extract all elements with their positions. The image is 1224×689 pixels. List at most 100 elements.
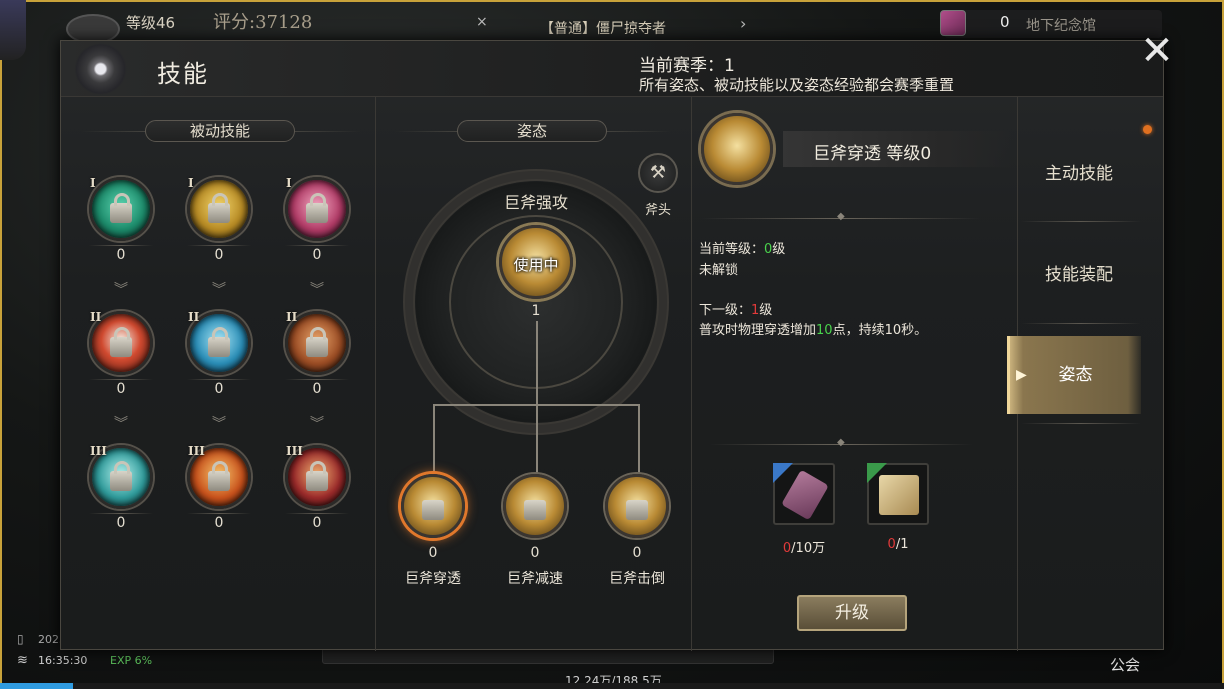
passive-skill-icon[interactable]: I xyxy=(285,176,349,241)
exp-bar-fill xyxy=(0,683,74,689)
detail-axe-icon xyxy=(701,113,773,185)
tier-label: III xyxy=(188,444,205,458)
lock-icon xyxy=(110,327,132,357)
tab-separator xyxy=(1021,221,1141,222)
tree-connector xyxy=(638,404,640,474)
ornament-icon: ◆ xyxy=(837,211,845,222)
player-score: 评分:37128 xyxy=(213,12,313,33)
lock-icon xyxy=(306,327,328,357)
close-icon[interactable]: ✕ xyxy=(1137,31,1177,71)
passive-skill-count: 0 xyxy=(116,381,126,397)
exp-text: EXP 6% xyxy=(110,654,153,667)
chevron-down-icon: ︾ xyxy=(310,282,324,298)
passive-skill-icon[interactable]: III xyxy=(187,444,251,509)
count-underline xyxy=(285,245,349,246)
material-scroll-item[interactable] xyxy=(773,463,835,525)
axe-weapon-icon[interactable]: ⚒ xyxy=(638,153,678,193)
quest-close-icon[interactable]: × xyxy=(476,14,488,30)
material-map-item[interactable] xyxy=(867,463,929,525)
chevron-down-icon: ︾ xyxy=(114,416,128,432)
stance-sub-skill-icon[interactable] xyxy=(605,474,669,538)
map-icon xyxy=(879,475,919,515)
guild-button[interactable]: 公会 xyxy=(1110,654,1140,675)
lock-icon xyxy=(208,193,230,223)
passive-skill-count: 0 xyxy=(116,515,126,531)
tree-connector xyxy=(536,404,538,474)
stance-count: 1 xyxy=(531,303,541,319)
count-underline xyxy=(89,513,153,514)
resource-bar[interactable]: 0 地下纪念馆 xyxy=(940,10,1162,38)
tier-label: II xyxy=(188,310,200,324)
material-need: /10万 xyxy=(791,541,826,556)
sub-skill-name: 巨斧击倒 xyxy=(609,571,665,587)
tab-separator xyxy=(1021,323,1141,324)
passive-skill-icon[interactable]: I xyxy=(187,176,251,241)
sub-skill-count: 0 xyxy=(632,545,642,561)
desc-prefix: 普攻时物理穿透增加 xyxy=(699,323,817,338)
desc-suffix: 点，持续10秒。 xyxy=(832,323,928,338)
count-underline xyxy=(187,245,251,246)
current-level-unit: 级 xyxy=(772,242,786,257)
count-underline xyxy=(285,379,349,380)
tab-active-skills[interactable]: 主动技能 xyxy=(1019,149,1139,199)
stance-axe-icon[interactable]: 使用中 xyxy=(499,225,573,299)
phone-icon: ▯ xyxy=(17,632,24,646)
in-use-label: 使用中 xyxy=(513,256,559,274)
menu-corner[interactable] xyxy=(0,0,26,60)
tree-connector xyxy=(433,404,435,474)
clock-time: 16:35:30 xyxy=(38,654,88,667)
tier-label: I xyxy=(188,176,194,190)
stance-sub-skill-icon[interactable] xyxy=(503,474,567,538)
upgrade-button[interactable]: 升级 xyxy=(797,595,907,631)
top-hud: 等级46 评分:37128 × 【普通】僵尸掠夺者 › 0 地下纪念馆 xyxy=(0,0,1224,60)
notification-dot xyxy=(1143,125,1152,134)
tab-skill-equip[interactable]: 技能装配 xyxy=(1019,250,1139,300)
passive-header: 被动技能 xyxy=(145,120,295,142)
tree-connector xyxy=(536,321,538,405)
chevron-right-icon[interactable]: › xyxy=(740,14,746,33)
lock-icon xyxy=(110,461,132,491)
passive-skill-count: 0 xyxy=(214,247,224,263)
chevron-down-icon: ︾ xyxy=(212,282,226,298)
passive-skill-icon[interactable]: II xyxy=(285,310,349,375)
passive-skill-icon[interactable]: III xyxy=(285,444,349,509)
passive-skill-icon[interactable]: II xyxy=(89,310,153,375)
tier-label: II xyxy=(286,310,298,324)
resource-value: 0 xyxy=(1000,13,1010,31)
lock-icon xyxy=(110,193,132,223)
locked-status: 未解锁 xyxy=(699,263,739,278)
stance-header: 姿态 xyxy=(457,120,607,142)
chevron-down-icon: ︾ xyxy=(310,416,324,432)
stance-sub-skill-icon[interactable] xyxy=(401,474,465,538)
passive-skill-icon[interactable]: III xyxy=(89,444,153,509)
exp-bar xyxy=(0,683,1224,689)
column-divider xyxy=(691,97,692,651)
next-level-label: 下一级： xyxy=(699,303,752,318)
season-text: 当前赛季：1 xyxy=(639,56,735,76)
desc-value: 10 xyxy=(816,323,833,338)
passive-skill-count: 0 xyxy=(214,381,224,397)
lock-icon xyxy=(208,461,230,491)
tab-separator xyxy=(1021,423,1141,424)
ornament-icon: ◆ xyxy=(837,437,845,448)
count-underline xyxy=(285,513,349,514)
passive-skill-icon[interactable]: I xyxy=(89,176,153,241)
tab-stance[interactable]: ▶ 姿态 xyxy=(1007,336,1141,414)
panel-title: 技能 xyxy=(157,60,209,88)
sub-skill-name: 巨斧穿透 xyxy=(405,571,461,587)
passive-skill-count: 0 xyxy=(214,515,224,531)
tier-label: I xyxy=(90,176,96,190)
emblem-icon xyxy=(67,43,151,95)
next-level-unit: 级 xyxy=(759,303,773,318)
sub-skill-count: 0 xyxy=(428,545,438,561)
passive-skill-icon[interactable]: II xyxy=(187,310,251,375)
season-note: 所有姿态、被动技能以及姿态经验都会赛季重置 xyxy=(639,76,955,94)
lock-icon xyxy=(524,500,546,520)
sub-skill-name: 巨斧减速 xyxy=(507,571,563,587)
count-underline xyxy=(187,513,251,514)
column-divider xyxy=(375,97,376,651)
quest-title[interactable]: 【普通】僵尸掠夺者 xyxy=(540,18,666,38)
caret-right-icon: ▶ xyxy=(1016,367,1027,383)
scroll-icon xyxy=(940,10,966,36)
current-level-label: 当前等级： xyxy=(699,242,765,257)
